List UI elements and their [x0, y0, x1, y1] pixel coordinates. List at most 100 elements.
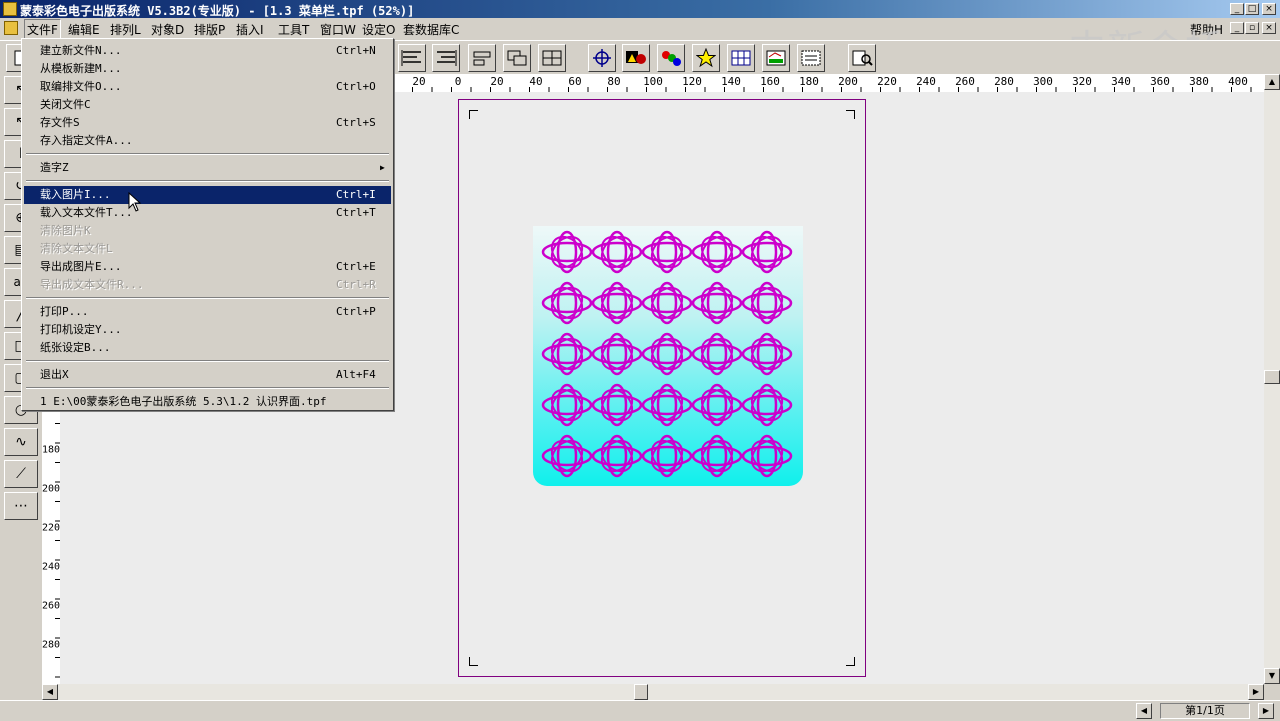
- menu-item-clear-image[interactable]: 清除图片K: [24, 222, 391, 240]
- ruler-label: 0: [454, 75, 462, 88]
- scroll-left-icon[interactable]: ◀: [42, 684, 58, 700]
- menu-file[interactable]: 文件F: [24, 19, 61, 40]
- document-icon[interactable]: [4, 21, 18, 35]
- next-page-icon[interactable]: ▶: [1258, 703, 1274, 719]
- pattern-knot: [591, 229, 643, 275]
- menu-separator: [26, 360, 389, 362]
- page-indicator: 第1/1页: [1160, 703, 1250, 719]
- menu-item-save-as[interactable]: 存入指定文件A...: [24, 132, 391, 150]
- menu-item-load-image[interactable]: 载入图片I... Ctrl+I: [24, 186, 391, 204]
- scroll-down-icon[interactable]: ▼: [1264, 668, 1280, 684]
- distribute-icon[interactable]: [468, 44, 496, 72]
- preview-icon[interactable]: [848, 44, 876, 72]
- vertical-scroll-thumb[interactable]: [1264, 370, 1280, 384]
- menu-item-new-file[interactable]: 建立新文件N... Ctrl+N: [24, 42, 391, 60]
- submenu-arrow-icon: ▶: [380, 163, 385, 172]
- menu-item-clear-text[interactable]: 清除文本文件L: [24, 240, 391, 258]
- pattern-knot: [741, 331, 793, 377]
- menu-item-printer-setup[interactable]: 打印机设定Y...: [24, 321, 391, 339]
- app-icon[interactable]: [3, 2, 17, 16]
- curve-icon[interactable]: ∿: [4, 428, 38, 456]
- ruler-label: 100: [643, 75, 663, 88]
- menu-layout[interactable]: 排版P: [194, 21, 225, 38]
- menu-item-open-file[interactable]: 取编排文件O... Ctrl+O: [24, 78, 391, 96]
- menu-tools[interactable]: 工具T: [278, 21, 309, 38]
- maximize-button[interactable]: □: [1245, 3, 1259, 15]
- ruler-label: 180: [42, 444, 61, 456]
- pattern-knot: [541, 433, 593, 479]
- pattern-knot: [591, 382, 643, 428]
- color-palette-icon[interactable]: [657, 44, 685, 72]
- align-left-icon[interactable]: [398, 44, 426, 72]
- menu-item-export-text[interactable]: 导出成文本文件R... Ctrl+R: [24, 276, 391, 294]
- pattern-image[interactable]: [533, 226, 803, 486]
- scroll-right-icon[interactable]: ▶: [1248, 684, 1264, 700]
- pattern-knot: [541, 331, 593, 377]
- menu-edit[interactable]: 编辑E: [68, 21, 100, 38]
- prev-page-icon[interactable]: ◀: [1136, 703, 1152, 719]
- table-icon[interactable]: [727, 44, 755, 72]
- pattern-knot: [691, 433, 743, 479]
- text-block-icon[interactable]: [797, 44, 825, 72]
- menu-item-new-from-template[interactable]: 从模板新建M...: [24, 60, 391, 78]
- dotted-frame-icon[interactable]: ⋯: [4, 492, 38, 520]
- pattern-knot: [641, 229, 693, 275]
- pattern-knot: [641, 331, 693, 377]
- menu-item-save-file[interactable]: 存文件S Ctrl+S: [24, 114, 391, 132]
- page[interactable]: [458, 99, 866, 677]
- menu-database[interactable]: 套数据库C: [403, 21, 459, 38]
- menu-item-exit[interactable]: 退出X Alt+F4: [24, 366, 391, 384]
- menu-insert[interactable]: 插入I: [236, 21, 264, 38]
- doc-close-button[interactable]: ×: [1262, 22, 1276, 34]
- menu-arrange[interactable]: 排列L: [110, 21, 141, 38]
- menu-item-print[interactable]: 打印P... Ctrl+P: [24, 303, 391, 321]
- ruler-label: 280: [42, 639, 61, 651]
- menu-object[interactable]: 对象D: [151, 21, 184, 38]
- ruler-label: 220: [42, 522, 61, 534]
- menu-item-export-image[interactable]: 导出成图片E... Ctrl+E: [24, 258, 391, 276]
- menu-item-load-text[interactable]: 载入文本文件T... Ctrl+T: [24, 204, 391, 222]
- menu-item-recent-file[interactable]: 1 E:\00蒙泰彩色电子出版系统 5.3\1.2 认识界面.tpf: [24, 393, 391, 411]
- chart-icon[interactable]: [762, 44, 790, 72]
- pattern-knot: [541, 229, 593, 275]
- star-icon[interactable]: [692, 44, 720, 72]
- group-icon[interactable]: [503, 44, 531, 72]
- ruler-label: 360: [1150, 75, 1170, 88]
- doc-restore-button[interactable]: ▫: [1245, 22, 1259, 34]
- pattern-knot: [591, 433, 643, 479]
- ruler-label: 20: [490, 75, 504, 88]
- menu-item-close-file[interactable]: 关闭文件C: [24, 96, 391, 114]
- ruler-label: 320: [1072, 75, 1092, 88]
- close-button[interactable]: ×: [1262, 3, 1276, 15]
- pattern-knot: [591, 280, 643, 326]
- ungroup-icon[interactable]: [538, 44, 566, 72]
- ruler-label: 300: [1033, 75, 1053, 88]
- pattern-knot: [741, 433, 793, 479]
- scroll-up-icon[interactable]: ▲: [1264, 74, 1280, 90]
- menu-window[interactable]: 窗口W: [320, 21, 356, 38]
- horizontal-scrollbar[interactable]: ◀ ▶: [42, 684, 1264, 700]
- crosshair-icon[interactable]: [588, 44, 616, 72]
- menu-item-paper-setup[interactable]: 纸张设定B...: [24, 339, 391, 357]
- ruler-label: 260: [955, 75, 975, 88]
- vertical-scrollbar[interactable]: ▲ ▼: [1264, 74, 1280, 684]
- ruler-label: 240: [42, 561, 61, 573]
- pattern-knot: [691, 382, 743, 428]
- menu-settings[interactable]: 设定O: [362, 21, 395, 38]
- window-title: 蒙泰彩色电子出版系统 V5.3B2(专业版) - [1.3 菜单栏.tpf (5…: [20, 4, 415, 18]
- menu-item-make-char[interactable]: 造字Z ▶: [24, 159, 391, 177]
- image-color-icon[interactable]: [622, 44, 650, 72]
- ruler-label: 280: [994, 75, 1014, 88]
- file-menu-dropdown: 建立新文件N... Ctrl+N 从模板新建M... 取编排文件O... Ctrl+…: [21, 38, 394, 411]
- doc-minimize-button[interactable]: _: [1230, 22, 1244, 34]
- align-right-icon[interactable]: [432, 44, 460, 72]
- ruler-label: 40: [529, 75, 543, 88]
- minimize-button[interactable]: _: [1230, 3, 1244, 15]
- ruler-label: 160: [760, 75, 780, 88]
- ruler-label: 260: [42, 600, 61, 612]
- ruler-label: 340: [1111, 75, 1131, 88]
- ruler-label: 400: [1228, 75, 1248, 88]
- polyline-icon[interactable]: ⟋: [4, 460, 38, 488]
- ruler-label: 80: [607, 75, 621, 88]
- horizontal-scroll-thumb[interactable]: [634, 684, 648, 700]
